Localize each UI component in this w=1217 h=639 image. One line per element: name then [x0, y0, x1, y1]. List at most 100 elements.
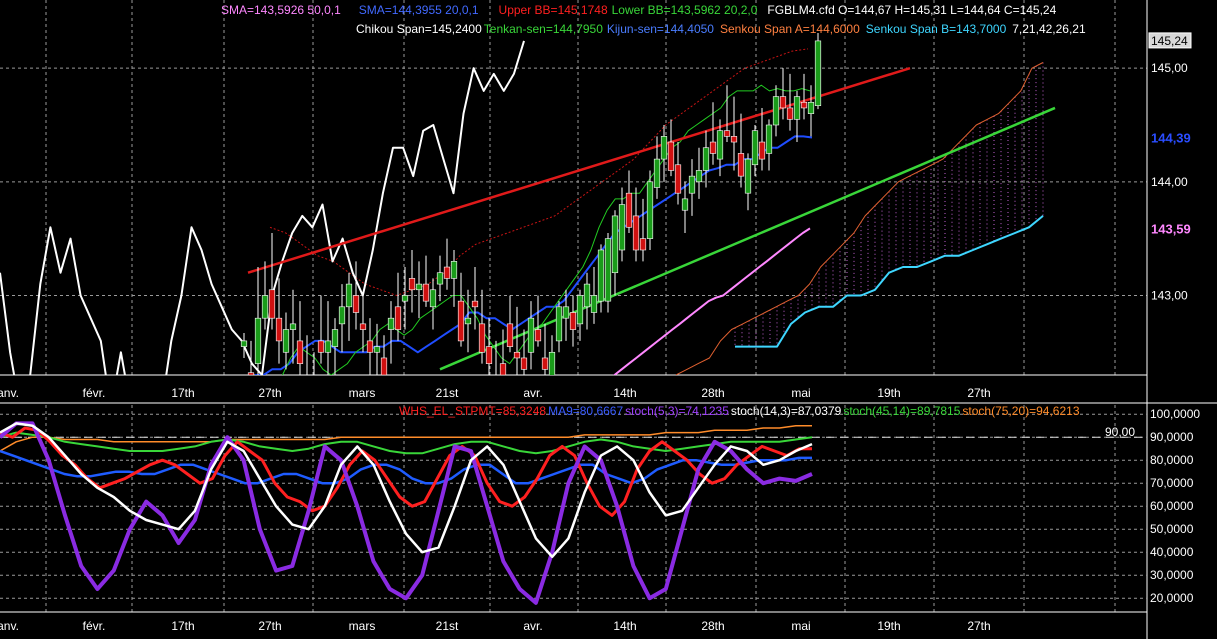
- candle-bullish: [604, 238, 612, 302]
- candle-bearish: [569, 312, 577, 330]
- osc-reference-label: 90,00: [1105, 425, 1135, 439]
- candle-bullish: [660, 136, 668, 160]
- candle-bullish: [464, 317, 472, 325]
- candle-bearish: [457, 300, 465, 342]
- x-label-top: 27th: [258, 386, 281, 400]
- candle-bullish: [583, 283, 591, 308]
- candle-bearish: [513, 351, 521, 359]
- candle-bearish: [730, 136, 738, 143]
- osc-legend-stoch143: stoch(14,3)=87,0379: [731, 404, 842, 418]
- x-label-bottom: mars: [349, 619, 376, 633]
- candle-bullish: [555, 306, 563, 342]
- x-label-bottom: 27th: [258, 619, 281, 633]
- osc-legend-stoch7520: stoch(75,20)=94,6213: [962, 404, 1079, 418]
- osc-y-tick: 20,0000: [1150, 591, 1194, 605]
- price-tag: 144,39: [1151, 131, 1191, 146]
- candle-bearish: [499, 363, 507, 375]
- candle-bullish: [576, 295, 584, 325]
- svg-text:WHS_EL_STPMT=85,3248MA9=80,666: WHS_EL_STPMT=85,3248 MA9=80,6667 stoch(5,3…: [399, 404, 1080, 418]
- x-label-top: mars: [349, 386, 376, 400]
- x-label-bottom: avr.: [523, 619, 542, 633]
- candle-bullish: [261, 295, 269, 319]
- osc-y-tick: 60,0000: [1150, 499, 1194, 513]
- candle-bullish: [597, 249, 605, 302]
- candle-bearish: [723, 130, 731, 137]
- legend-senkou-b: Senkou Span B=143,7000: [866, 22, 1007, 36]
- candle-bullish: [793, 96, 801, 120]
- candle-bearish: [317, 340, 325, 353]
- candle-bearish: [275, 317, 283, 342]
- legend-sma20: SMA=144,3955 20,0,1: [359, 3, 479, 17]
- x-label-bottom: mai: [791, 619, 810, 633]
- candle-bearish: [359, 323, 367, 330]
- price-y-tick: 143,00: [1151, 288, 1188, 302]
- candle-bullish: [611, 215, 619, 274]
- candle-bearish: [534, 329, 542, 342]
- candle-bullish: [590, 295, 598, 313]
- candle-bullish: [695, 170, 703, 183]
- candle-bullish: [345, 283, 353, 308]
- x-label-top: 28th: [701, 386, 724, 400]
- candle-bearish: [422, 283, 430, 302]
- candle-bullish: [415, 283, 423, 291]
- osc-y-tick: 50,0000: [1150, 522, 1194, 536]
- legend-senkou-a: Senkou Span A=144,6000: [720, 22, 860, 36]
- candle-bearish: [800, 101, 808, 109]
- legend-chikou: Chikou Span=145,2400: [356, 22, 482, 36]
- price-y-tick: 145,00: [1151, 61, 1188, 75]
- oscillator-y-axis: 100,0000 90,0000 80,0000 70,0000 60,0000 50,0…: [1150, 407, 1200, 605]
- osc-y-tick: 70,0000: [1150, 476, 1194, 490]
- x-label-bottom: févr.: [83, 619, 106, 633]
- x-label-top: 27th: [967, 386, 990, 400]
- osc-legend-ma9: MA9=80,6667: [548, 404, 623, 418]
- candle-bearish: [408, 278, 416, 291]
- candle-bullish: [562, 306, 570, 319]
- x-label-bottom: 27th: [967, 619, 990, 633]
- candle-bullish: [436, 272, 444, 285]
- x-label-bottom: 19th: [877, 619, 900, 633]
- x-label-top: 17th: [171, 386, 194, 400]
- candle-bearish: [541, 357, 549, 370]
- candle-bearish: [366, 340, 374, 353]
- x-label-top: anv.: [0, 386, 19, 400]
- x-label-top: mai: [791, 386, 810, 400]
- candle-bullish: [254, 317, 262, 364]
- trading-chart[interactable]: 143,00 144,00 145,00 145,24 144,39 143,59 SM…: [0, 0, 1217, 639]
- candle-bullish: [450, 261, 458, 279]
- candle-bullish: [751, 130, 759, 166]
- candle-bullish: [282, 329, 290, 353]
- candle-bullish: [527, 317, 535, 353]
- candle-bearish: [758, 141, 766, 160]
- candle-bearish: [506, 323, 514, 347]
- x-label-bottom: 28th: [701, 619, 724, 633]
- candle-bearish: [737, 153, 745, 177]
- candle-bullish: [702, 147, 710, 171]
- x-label-top: 19th: [877, 386, 900, 400]
- oscillator-legend: WHS_EL_STPMT=85,3248 MA9=80,6667 stoch(5,3…: [399, 404, 1080, 418]
- candle-bullish: [814, 40, 822, 106]
- candle-bullish: [338, 306, 346, 325]
- x-label-bottom: anv.: [0, 619, 19, 633]
- osc-legend-whs: WHS_EL_STPMT=85,3248: [399, 404, 546, 418]
- x-label-bottom: 17th: [171, 619, 194, 633]
- candle-bullish: [289, 323, 297, 330]
- candle-bearish: [674, 164, 682, 194]
- osc-legend-stoch4514: stoch(45,14)=89,7815: [843, 404, 960, 418]
- price-y-tick: 144,00: [1151, 175, 1188, 189]
- candle-bullish: [688, 175, 696, 194]
- candle-bearish: [709, 141, 717, 154]
- candle-bearish: [394, 306, 402, 330]
- candle-bullish: [716, 130, 724, 160]
- candle-bullish: [765, 124, 773, 154]
- candle-bullish: [744, 158, 752, 194]
- candle-bullish: [401, 295, 409, 302]
- candle-bearish: [485, 346, 493, 364]
- candle-bearish: [478, 323, 486, 353]
- legend-upper-bb: Upper BB=145,1748: [499, 3, 608, 17]
- legend-kijun: Kijun-sen=144,4050: [607, 22, 714, 36]
- svg-text:Chikou Span=145,2400Tenkan-sen: Chikou Span=145,2400 Tenkan-sen=144,7950 K…: [356, 22, 1086, 36]
- candle-bullish: [373, 346, 381, 353]
- osc-y-tick: 90,0000: [1150, 430, 1194, 444]
- candle-bearish: [380, 357, 388, 375]
- candle-bearish: [352, 295, 360, 313]
